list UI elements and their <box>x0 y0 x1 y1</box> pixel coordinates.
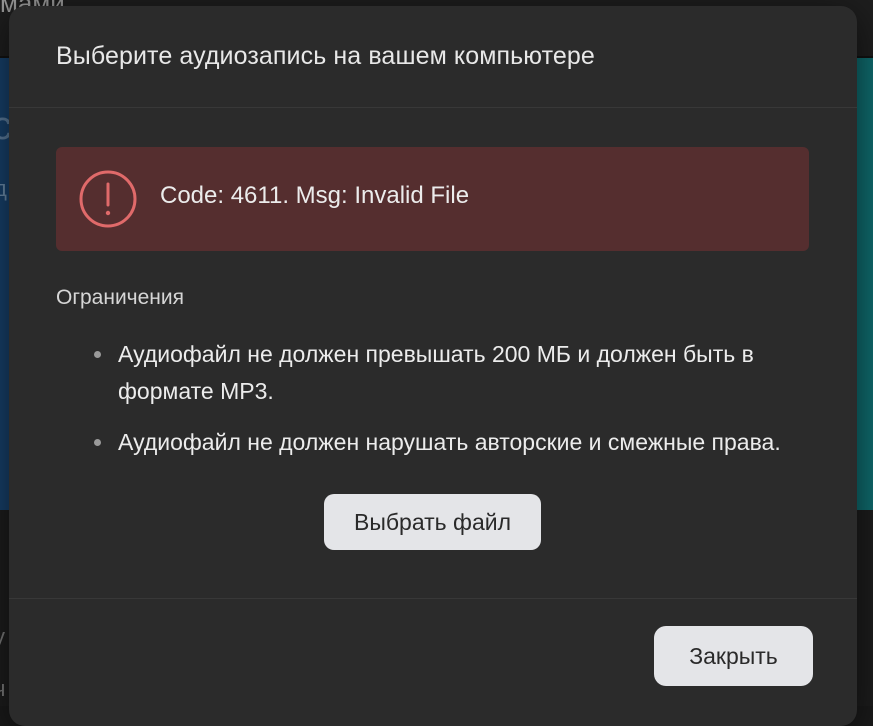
restrictions-title: Ограничения <box>56 286 184 309</box>
upload-audio-dialog: Выберите аудиозапись на вашем компьютере… <box>9 6 857 726</box>
dialog-title: Выберите аудиозапись на вашем компьютере <box>56 42 595 70</box>
restriction-item: Аудиофайл не должен нарушать авторские и… <box>56 424 816 461</box>
error-message: Code: 4611. Msg: Invalid File <box>160 182 470 209</box>
background-text-fragment: д <box>0 176 7 201</box>
error-alert: Code: 4611. Msg: Invalid File <box>56 147 809 251</box>
restriction-item: Аудиофайл не должен превышать 200 МБ и д… <box>56 336 816 410</box>
choose-file-button[interactable]: Выбрать файл <box>324 494 541 550</box>
header-divider <box>9 107 857 108</box>
footer-divider <box>9 598 857 599</box>
background-text-fragment: у <box>0 624 5 650</box>
exclamation-circle-icon <box>79 170 137 228</box>
restrictions-list: Аудиофайл не должен превышать 200 МБ и д… <box>56 336 816 475</box>
background-text-fragment: ч <box>0 676 5 702</box>
close-button[interactable]: Закрыть <box>654 626 813 686</box>
